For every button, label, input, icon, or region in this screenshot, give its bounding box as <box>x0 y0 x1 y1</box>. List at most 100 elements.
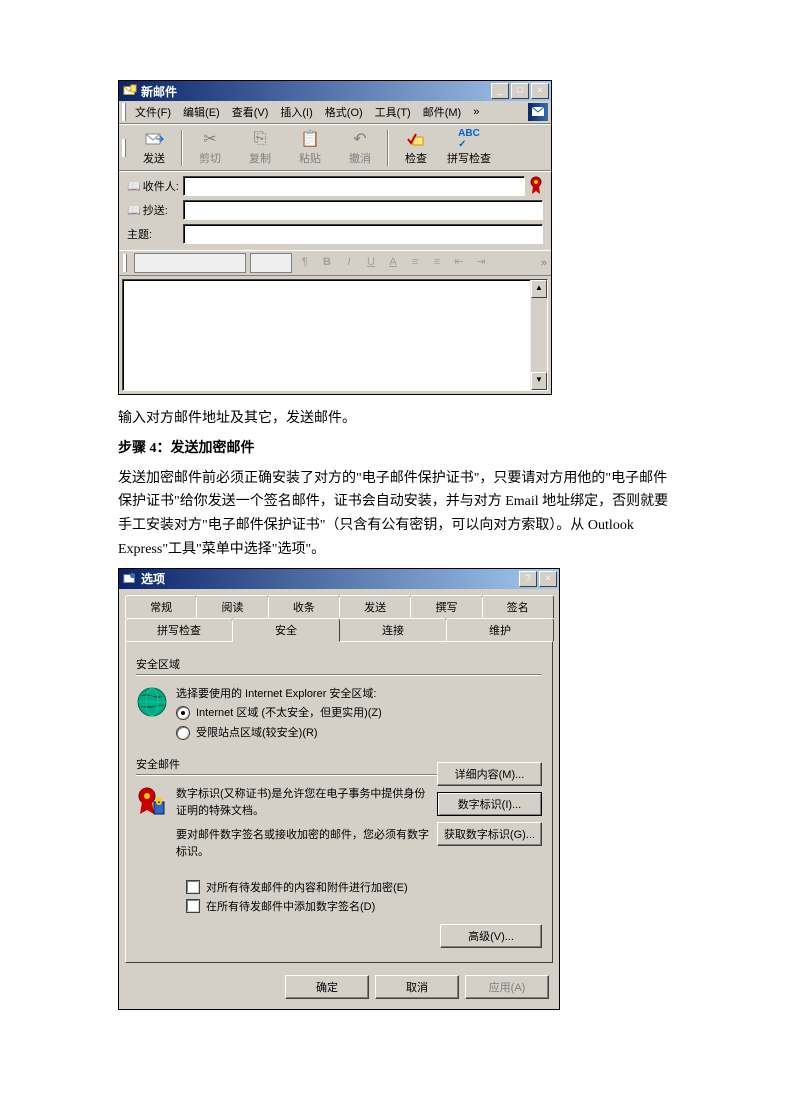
font-select[interactable] <box>134 253 246 273</box>
app-icon <box>528 103 548 121</box>
separator <box>387 130 389 166</box>
checkbox-icon <box>186 880 200 894</box>
options-dialog: 选项 ? × 常规 阅读 收条 发送 撰写 签名 拼写检查 安全 连接 维护 安… <box>118 568 560 1011</box>
tab-general[interactable]: 常规 <box>125 595 197 618</box>
undo-icon: ↶ <box>350 129 370 149</box>
more-info-button[interactable]: 详细内容(M)... <box>437 762 542 786</box>
toolbar: 发送 ✂剪切 ⎘复制 📋粘贴 ↶撤消 检查 ABC✓ 拼写检查 <box>119 124 551 171</box>
encrypt-checkbox[interactable]: 对所有待发邮件的内容和附件进行加密(E) <box>186 879 542 895</box>
apply-button[interactable]: 应用(A) <box>465 975 549 999</box>
header-fields: 📖收件人: 📖抄送: 主题: <box>119 171 551 250</box>
copy-icon: ⎘ <box>250 129 270 149</box>
overflow-icon[interactable]: » <box>541 257 547 269</box>
digital-id-button[interactable]: 数字标识(I)... <box>437 792 542 816</box>
menu-format[interactable]: 格式(O) <box>319 102 369 122</box>
cc-input[interactable] <box>183 200 543 220</box>
tab-signatures[interactable]: 签名 <box>482 595 554 618</box>
tab-spelling[interactable]: 拼写检查 <box>125 618 233 641</box>
cut-button[interactable]: ✂剪切 <box>185 127 235 168</box>
mail-icon <box>123 84 137 98</box>
color-button[interactable]: A <box>384 254 402 272</box>
scroll-down-button[interactable]: ▼ <box>531 372 547 390</box>
check-icon <box>406 129 426 149</box>
tab-connection[interactable]: 连接 <box>339 618 447 641</box>
tab-strip: 常规 阅读 收条 发送 撰写 签名 拼写检查 安全 连接 维护 <box>119 589 559 641</box>
format-toolbar: ¶ B I U A ≡ ≡ ⇤ ⇥ » <box>119 250 551 276</box>
cut-icon: ✂ <box>200 129 220 149</box>
titlebar[interactable]: 选项 ? × <box>119 569 559 589</box>
close-button[interactable]: × <box>531 83 549 99</box>
menu-edit[interactable]: 编辑(E) <box>177 102 226 122</box>
dialog-title: 选项 <box>141 570 519 587</box>
get-digital-id-button[interactable]: 获取数字标识(G)... <box>437 822 542 846</box>
radio-internet-zone[interactable]: Internet 区域 (不太安全，但更实用)(Z) <box>176 705 542 722</box>
indent-button[interactable]: ⇥ <box>472 254 490 272</box>
italic-button[interactable]: I <box>340 254 358 272</box>
bold-button[interactable]: B <box>318 254 336 272</box>
titlebar[interactable]: 新邮件 _ □ × <box>119 81 551 101</box>
scrollbar[interactable]: ▲ ▼ <box>530 280 547 390</box>
help-button[interactable]: ? <box>519 571 537 587</box>
tab-compose[interactable]: 撰写 <box>410 595 482 618</box>
radio-restricted-zone[interactable]: 受限站点区域(较安全)(R) <box>176 725 542 742</box>
step-heading: 步骤 4：发送加密邮件 <box>118 437 674 461</box>
radio-icon <box>176 706 190 720</box>
spell-icon: ABC✓ <box>459 129 479 149</box>
checkbox-icon <box>186 899 200 913</box>
paragraph: 发送加密邮件前必须正确安装了对方的"电子邮件保护证书"，只要请对方用他的"电子邮… <box>118 467 674 562</box>
menu-overflow[interactable]: » <box>467 104 485 120</box>
dialog-buttons: 确定 取消 应用(A) <box>119 969 559 1009</box>
grip-handle[interactable] <box>123 254 127 272</box>
to-label[interactable]: 📖收件人: <box>127 178 183 194</box>
to-input[interactable] <box>183 176 525 196</box>
signed-icon <box>529 176 543 196</box>
addressbook-icon: 📖 <box>127 180 141 193</box>
minimize-button[interactable]: _ <box>491 83 509 99</box>
subject-input[interactable] <box>183 224 543 244</box>
paste-icon: 📋 <box>300 129 320 149</box>
bullist-button[interactable]: ≡ <box>428 254 446 272</box>
menu-mail[interactable]: 邮件(M) <box>417 102 468 122</box>
size-select[interactable] <box>250 253 292 273</box>
numlist-button[interactable]: ≡ <box>406 254 424 272</box>
menu-view[interactable]: 查看(V) <box>226 102 275 122</box>
para-icon[interactable]: ¶ <box>296 254 314 272</box>
grip-handle[interactable] <box>122 139 126 157</box>
radio-icon <box>176 726 190 740</box>
tab-receipts[interactable]: 收条 <box>268 595 340 618</box>
group-label: 安全区域 <box>136 656 542 672</box>
message-body[interactable]: ▲ ▼ <box>122 279 548 391</box>
cancel-button[interactable]: 取消 <box>375 975 459 999</box>
undo-button[interactable]: ↶撤消 <box>335 127 385 168</box>
scroll-up-button[interactable]: ▲ <box>531 280 547 298</box>
copy-button[interactable]: ⎘复制 <box>235 127 285 168</box>
addressbook-icon: 📖 <box>127 204 141 217</box>
sign-checkbox[interactable]: 在所有待发邮件中添加数字签名(D) <box>186 898 542 914</box>
underline-button[interactable]: U <box>362 254 380 272</box>
cc-label[interactable]: 📖抄送: <box>127 202 183 218</box>
tab-send[interactable]: 发送 <box>339 595 411 618</box>
send-icon <box>144 129 164 149</box>
check-button[interactable]: 检查 <box>391 127 441 168</box>
spell-button[interactable]: ABC✓ 拼写检查 <box>441 127 497 168</box>
maximize-button[interactable]: □ <box>511 83 529 99</box>
certificate-icon <box>136 786 168 818</box>
ok-button[interactable]: 确定 <box>285 975 369 999</box>
paste-button[interactable]: 📋粘贴 <box>285 127 335 168</box>
send-button[interactable]: 发送 <box>129 127 179 168</box>
menu-tools[interactable]: 工具(T) <box>369 102 417 122</box>
advanced-button[interactable]: 高级(V)... <box>440 924 542 948</box>
menu-insert[interactable]: 插入(I) <box>274 102 318 122</box>
subject-label: 主题: <box>127 226 183 242</box>
window-title: 新邮件 <box>141 83 491 100</box>
options-icon <box>123 572 137 586</box>
tab-read[interactable]: 阅读 <box>196 595 268 618</box>
tab-security[interactable]: 安全 <box>232 618 340 642</box>
cert-desc-2: 要对邮件数字签名或接收加密的邮件，您必须有数字标识。 <box>176 827 432 860</box>
paragraph: 输入对方邮件地址及其它，发送邮件。 <box>118 407 674 431</box>
grip-handle[interactable] <box>122 103 126 121</box>
menu-file[interactable]: 文件(F) <box>129 102 177 122</box>
close-button[interactable]: × <box>539 571 557 587</box>
tab-maintenance[interactable]: 维护 <box>446 618 554 641</box>
outdent-button[interactable]: ⇤ <box>450 254 468 272</box>
